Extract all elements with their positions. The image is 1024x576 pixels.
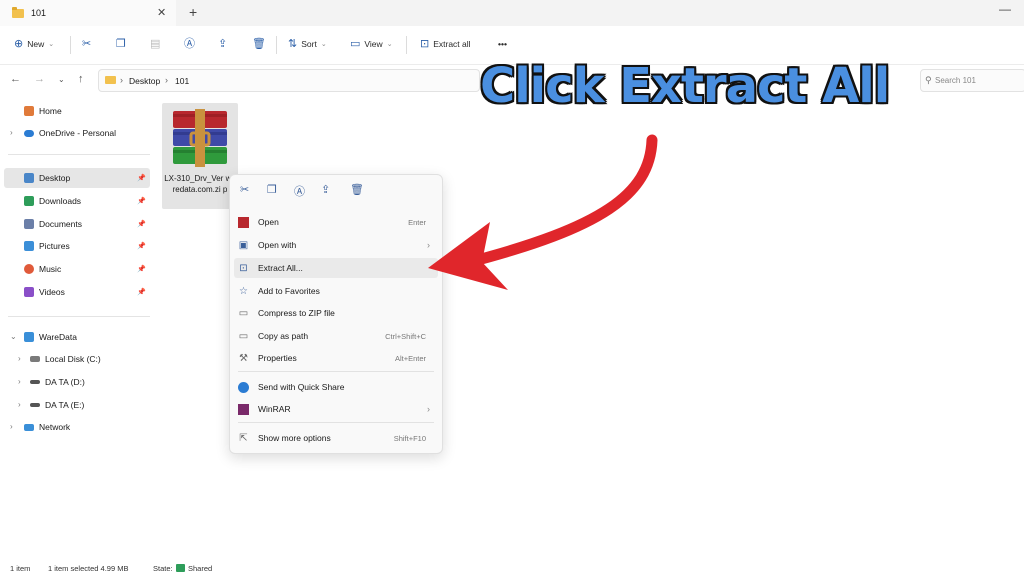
shared-icon: [176, 564, 185, 572]
selection-info: 1 item selected 4.99 MB: [48, 564, 129, 573]
state-label: State:: [153, 564, 173, 573]
state-value: Shared: [188, 564, 213, 573]
annotation-arrow: [428, 134, 658, 290]
status-bar: 1 item 1 item selected 4.99 MB State: Sh…: [0, 560, 1024, 576]
item-count: 1 item: [10, 564, 31, 573]
